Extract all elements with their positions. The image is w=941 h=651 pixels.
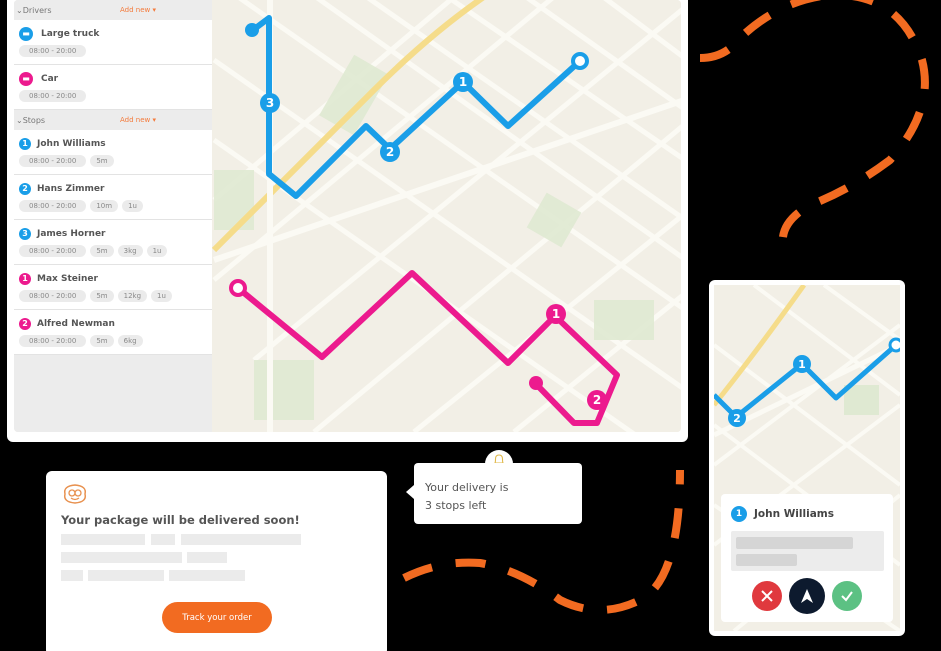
blue-route-end: [571, 52, 589, 70]
stop-item[interactable]: 2 Alfred Newman 08:00 - 20:00 5m 6kg: [14, 310, 212, 355]
chevron-down-icon: ⌄: [16, 5, 23, 15]
truck-icon: ▬: [19, 26, 33, 41]
placeholder-line: [187, 552, 227, 563]
weight-chip: 3kg: [117, 245, 143, 257]
svg-text:2: 2: [733, 412, 741, 425]
stop-number-badge: 2: [19, 317, 31, 330]
navigate-button[interactable]: [789, 578, 825, 614]
driver-item[interactable]: ▬ Large truck 08:00 - 20:00: [14, 20, 212, 65]
stop-item[interactable]: 1 Max Steiner 08:00 - 20:00 5m 12kg 1u: [14, 265, 212, 310]
duration-chip: 10m: [90, 200, 119, 212]
pink-stop-marker[interactable]: 2: [587, 390, 607, 410]
placeholder-line: [61, 534, 145, 545]
delivery-status-tooltip: Your delivery is 3 stops left: [406, 463, 582, 524]
stop-name: John Williams: [754, 508, 834, 520]
time-window-chip: 08:00 - 20:00: [19, 335, 87, 347]
time-window-chip: 08:00 - 20:00: [19, 155, 87, 167]
stop-number-badge: 1: [19, 137, 31, 150]
track-order-button[interactable]: Track your order: [162, 602, 272, 633]
stops-section-header[interactable]: ⌄Stops Add new ▾: [14, 110, 212, 130]
svg-text:1: 1: [459, 75, 467, 89]
driver-mobile-view: 1 2 1 John Williams: [709, 280, 905, 636]
stop-number-badge: 3: [19, 227, 31, 240]
time-window-chip: 08:00 - 20:00: [19, 290, 87, 302]
time-window-chip: 08:00 - 20:00: [19, 90, 87, 102]
stop-number-badge: 2: [19, 182, 31, 195]
route-planner-content: 1 2 3 1 2 ⌄Drivers Add new ▾ ▬ Large tru…: [14, 0, 681, 432]
drivers-section-header[interactable]: ⌄Drivers Add new ▾: [14, 0, 212, 20]
accept-button[interactable]: [832, 581, 862, 611]
units-chip: 1u: [122, 200, 143, 212]
placeholder-line: [169, 570, 245, 581]
placeholder-line: [61, 552, 182, 563]
stop-item[interactable]: 1 John Williams 08:00 - 20:00 5m: [14, 130, 212, 175]
blue-stop-marker[interactable]: 1: [453, 72, 473, 92]
units-chip: 1u: [146, 245, 168, 257]
delivery-notification-card: Your package will be delivered soon! Tra…: [46, 471, 387, 651]
stop-detail-sheet: 1 John Williams: [721, 494, 893, 622]
stop-name: Max Steiner: [37, 273, 98, 284]
driver-item[interactable]: ▬ Car 08:00 - 20:00: [14, 65, 212, 110]
mobile-stop-marker[interactable]: 2: [728, 409, 746, 427]
pink-route: [236, 270, 620, 426]
add-driver-button[interactable]: Add new ▾: [120, 6, 156, 14]
stop-item[interactable]: 3 James Horner 08:00 - 20:00 5m 3kg 1u: [14, 220, 212, 265]
time-window-chip: 08:00 - 20:00: [19, 200, 87, 212]
stop-item[interactable]: 2 Hans Zimmer 08:00 - 20:00 10m 1u: [14, 175, 212, 220]
time-window-chip: 08:00 - 20:00: [19, 245, 87, 257]
reject-button[interactable]: [752, 581, 782, 611]
close-icon: [761, 590, 773, 602]
stop-name: Hans Zimmer: [37, 183, 105, 194]
stop-details-placeholder: [731, 531, 884, 571]
units-chip: 1u: [151, 290, 172, 302]
sidebar: ⌄Drivers Add new ▾ ▬ Large truck 08:00 -…: [14, 0, 212, 432]
stop-number-badge: 1: [19, 272, 31, 285]
monkey-logo-icon: [63, 484, 87, 504]
stops-label: Stops: [22, 115, 46, 125]
tooltip-text: Your delivery is 3 stops left: [425, 481, 509, 512]
add-stop-button[interactable]: Add new ▾: [120, 116, 156, 124]
svg-text:1: 1: [552, 307, 560, 321]
placeholder-line: [181, 534, 301, 545]
duration-chip: 5m: [90, 335, 114, 347]
svg-text:3: 3: [266, 96, 274, 110]
check-icon: [841, 591, 853, 602]
duration-chip: 5m: [90, 245, 114, 257]
svg-text:2: 2: [593, 393, 601, 407]
navigation-arrow-icon: [801, 589, 813, 603]
duration-chip: 5m: [90, 290, 114, 302]
placeholder-line: [88, 570, 164, 581]
placeholder-line: [151, 534, 175, 545]
mobile-stop-marker[interactable]: 1: [793, 355, 811, 373]
blue-stop-marker[interactable]: 2: [380, 142, 400, 162]
route-planner-window: 1 2 3 1 2 ⌄Drivers Add new ▾ ▬ Large tru…: [7, 0, 688, 442]
svg-text:1: 1: [798, 358, 806, 371]
blue-route: [251, 15, 583, 199]
pink-stop-marker[interactable]: 1: [546, 304, 566, 324]
blue-route-start: [245, 23, 259, 37]
weight-chip: 6kg: [117, 335, 143, 347]
time-window-chip: 08:00 - 20:00: [19, 45, 87, 57]
car-icon: ▬: [19, 71, 33, 86]
stop-name: Alfred Newman: [37, 318, 115, 329]
blue-stop-marker[interactable]: 3: [260, 93, 280, 113]
notification-title: Your package will be delivered soon!: [61, 513, 300, 527]
driver-name: Car: [41, 73, 59, 84]
stop-number-badge: 1: [731, 506, 747, 522]
stop-name: John Williams: [37, 138, 106, 149]
weight-chip: 12kg: [117, 290, 148, 302]
placeholder-line: [61, 570, 83, 581]
svg-text:2: 2: [386, 145, 394, 159]
chevron-down-icon: ⌄: [16, 115, 23, 125]
duration-chip: 5m: [90, 155, 114, 167]
stop-name: James Horner: [37, 228, 106, 239]
pink-route-start: [529, 376, 543, 390]
driver-name: Large truck: [41, 28, 100, 39]
pink-route-end: [229, 279, 247, 297]
drivers-label: Drivers: [22, 5, 52, 15]
